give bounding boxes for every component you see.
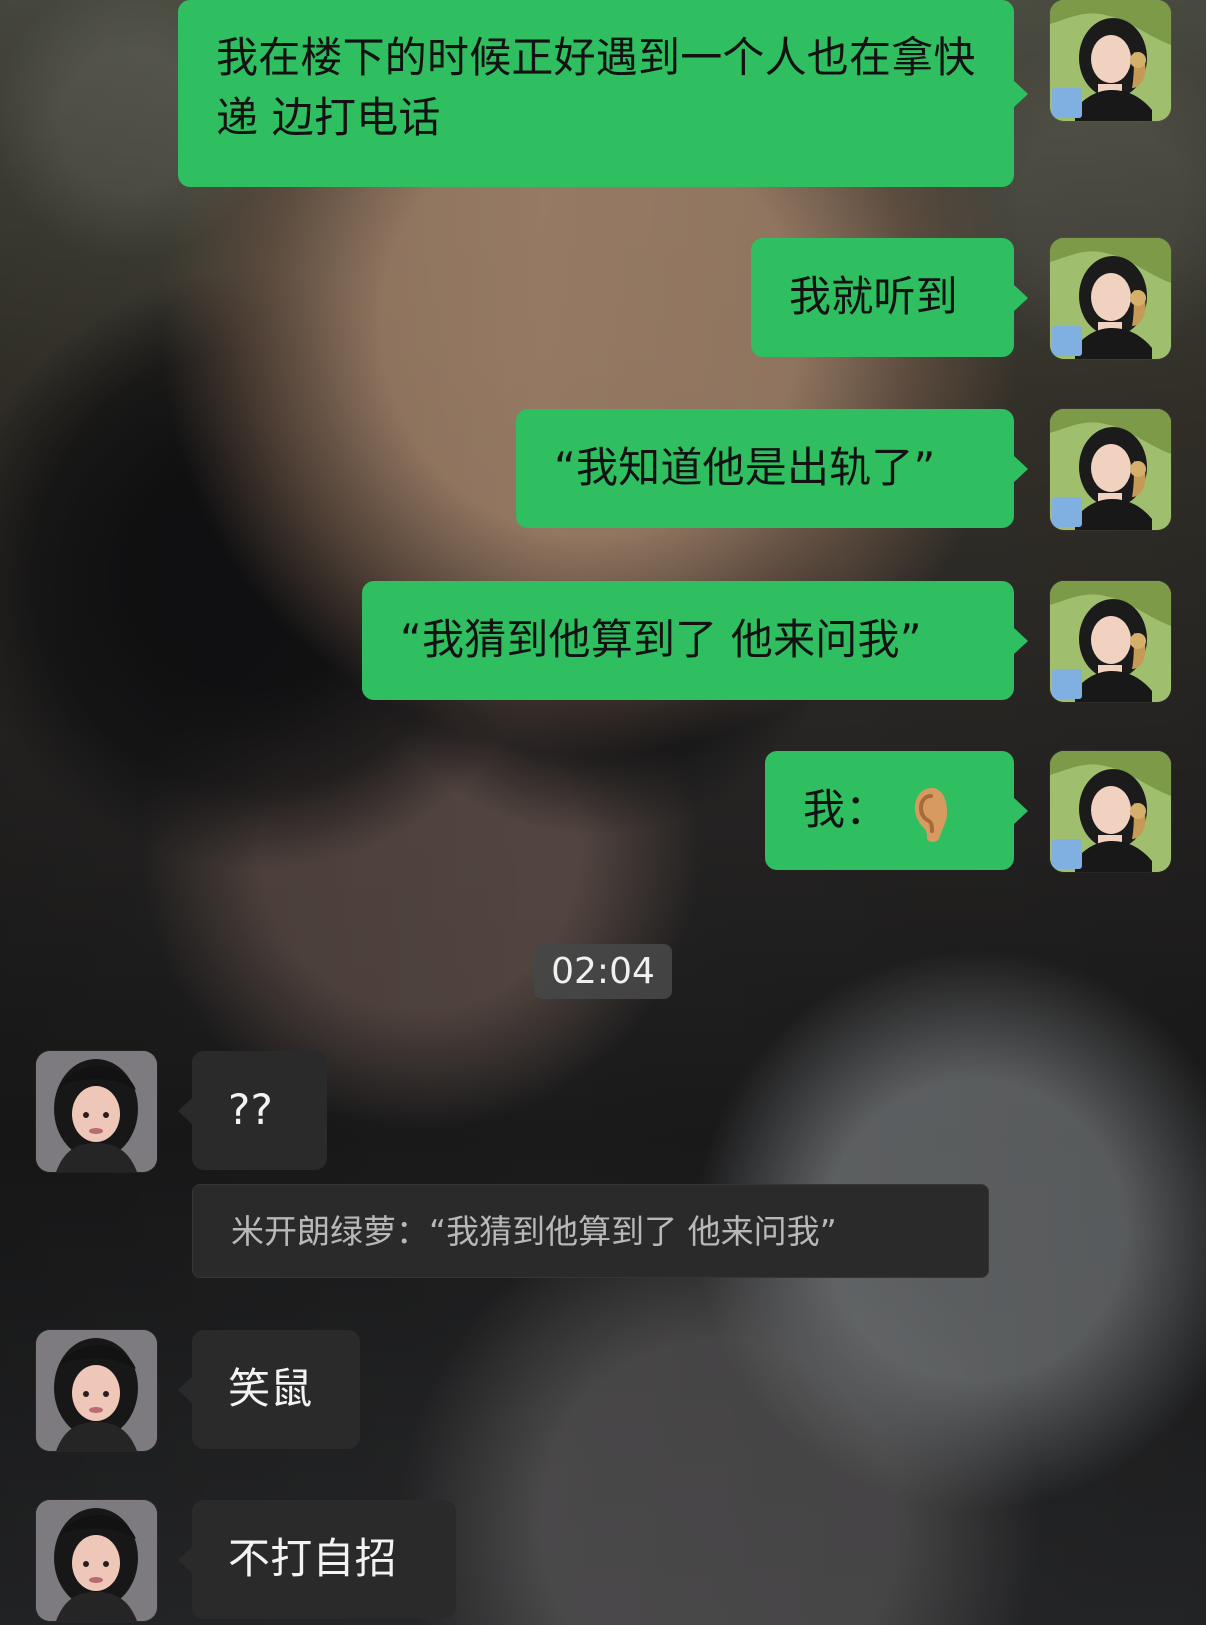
message-bubble[interactable]: ??: [178, 1051, 327, 1170]
message-bubble[interactable]: 我：: [765, 751, 1028, 870]
user-avatar[interactable]: [1050, 238, 1171, 359]
avatar-image: [1050, 751, 1171, 872]
message-text: 我在楼下的时候正好遇到一个人也在拿快递 边打电话: [216, 33, 976, 142]
message-text: ??: [228, 1085, 273, 1134]
friend-avatar[interactable]: [36, 1330, 157, 1451]
user-avatar[interactable]: [1050, 0, 1171, 121]
message-bubble[interactable]: 我就听到: [751, 238, 1028, 357]
avatar-image: [36, 1500, 157, 1621]
message-bubble[interactable]: 我在楼下的时候正好遇到一个人也在拿快递 边打电话: [178, 0, 1028, 187]
timestamp-badge: 02:04: [534, 944, 672, 999]
user-avatar[interactable]: [1050, 581, 1171, 702]
message-text: “我知道他是出轨了”: [554, 443, 936, 492]
message-bubble[interactable]: 不打自招: [178, 1500, 456, 1619]
friend-avatar[interactable]: [36, 1051, 157, 1172]
ear-icon: [911, 784, 951, 842]
avatar-image: [1050, 409, 1171, 530]
message-bubble[interactable]: “我猜到他算到了 他来问我”: [362, 581, 1028, 700]
message-text: 笑鼠: [228, 1364, 313, 1413]
message-text: “我猜到他算到了 他来问我”: [400, 615, 922, 664]
user-avatar[interactable]: [1050, 409, 1171, 530]
message-text: 我：: [803, 785, 888, 834]
avatar-image: [1050, 581, 1171, 702]
user-avatar[interactable]: [1050, 751, 1171, 872]
quoted-message[interactable]: 米开朗绿萝：“我猜到他算到了 他来问我”: [192, 1184, 989, 1278]
message-text: 我就听到: [789, 272, 958, 321]
message-text: 不打自招: [228, 1534, 397, 1583]
message-bubble[interactable]: 笑鼠: [178, 1330, 360, 1449]
timestamp-text: 02:04: [551, 951, 655, 992]
quoted-message-text: 米开朗绿萝：“我猜到他算到了 他来问我”: [231, 1212, 837, 1251]
chat-screen: 我在楼下的时候正好遇到一个人也在拿快递 边打电话 我就听到 “我知道他是出轨了”…: [0, 0, 1206, 1625]
avatar-image: [1050, 0, 1171, 121]
avatar-image: [36, 1330, 157, 1451]
avatar-image: [1050, 238, 1171, 359]
message-bubble[interactable]: “我知道他是出轨了”: [516, 409, 1028, 528]
friend-avatar[interactable]: [36, 1500, 157, 1621]
avatar-image: [36, 1051, 157, 1172]
